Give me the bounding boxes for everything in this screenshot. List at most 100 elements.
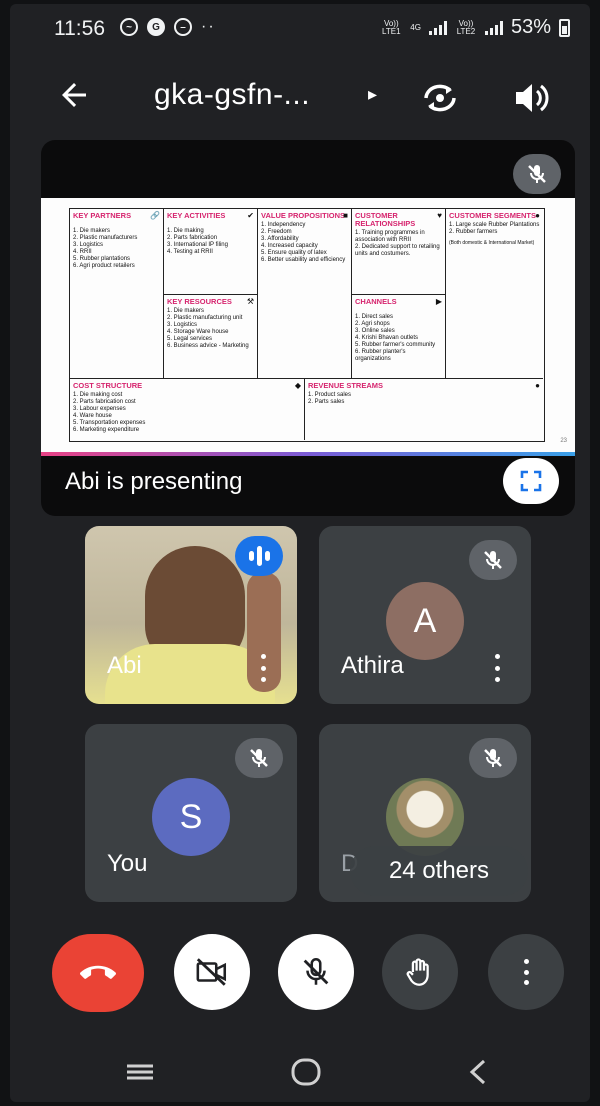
cell-revenue-streams: REVENUE STREAMS ● 1. Product sales 2. Pa… bbox=[305, 379, 543, 440]
list-item: 2. Freedom bbox=[261, 229, 292, 235]
home-icon[interactable] bbox=[286, 1054, 326, 1090]
cell-key-activities: KEY ACTIVITIES ✔ 1. Die making 2. Parts … bbox=[164, 209, 258, 295]
tag-icon: ◆ bbox=[294, 381, 301, 390]
cell-value-propositions: VALUE PROPOSITIONS ■ 1. Independency 2. … bbox=[258, 209, 352, 379]
list-item: 1. Die makers bbox=[167, 308, 205, 314]
cell-title: KEY PARTNERS bbox=[73, 211, 132, 220]
tools-icon: ⚒ bbox=[246, 297, 254, 306]
list-item: 4. Ware house bbox=[73, 413, 112, 419]
money-bag-icon: ● bbox=[535, 381, 540, 390]
network-4g-label: 4G bbox=[410, 22, 421, 32]
back-arrow-icon[interactable] bbox=[56, 77, 96, 117]
segment-icon: ● bbox=[535, 211, 540, 220]
cell-key-partners: KEY PARTNERS 🔗 1. Die makers 2. Plastic … bbox=[70, 209, 164, 379]
list-item: 1. Die makers bbox=[73, 228, 111, 234]
avatar: A bbox=[386, 582, 464, 660]
cell-title: COST STRUCTURE bbox=[73, 381, 143, 390]
meeting-code[interactable]: gka-gsfn-... bbox=[154, 78, 310, 112]
recents-icon[interactable] bbox=[120, 1054, 160, 1090]
sim2-label: Vo)) LTE2 bbox=[456, 18, 476, 36]
list-item: 6. Better usability and efficiency bbox=[261, 257, 346, 263]
meeting-info-arrow-icon[interactable]: ▸ bbox=[368, 84, 377, 105]
sim1-label: Vo)) LTE1 bbox=[382, 18, 401, 36]
back-nav-icon[interactable] bbox=[458, 1054, 498, 1090]
mic-toggle-button[interactable] bbox=[278, 934, 354, 1010]
participant-name: Abi bbox=[107, 652, 142, 679]
list-item: 3. Affordability bbox=[261, 236, 299, 242]
cell-customer-relationships: CUSTOMER RELATIONSHIPS ♥ 1. Training pro… bbox=[352, 209, 446, 295]
list-item: 1. Large scale Rubber Plantations bbox=[449, 222, 540, 228]
truck-icon: ▶ bbox=[435, 297, 442, 306]
list-item: 5. Ensure quality of latex bbox=[261, 250, 327, 256]
hang-up-icon bbox=[80, 965, 116, 979]
mic-off-icon bbox=[469, 738, 517, 778]
list-item: 4. Increased capacity bbox=[261, 243, 318, 249]
cell-list: 1. Product sales 2. Parts sales bbox=[308, 392, 540, 406]
status-time: 11:56 bbox=[54, 17, 105, 40]
battery-icon bbox=[559, 18, 570, 37]
avatar: S bbox=[152, 778, 230, 856]
cell-title: CHANNELS bbox=[355, 297, 397, 306]
camera-toggle-button[interactable] bbox=[174, 934, 250, 1010]
list-item: 4. Krishi Bhavan outlets bbox=[355, 335, 419, 341]
speaker-icon[interactable] bbox=[510, 78, 554, 118]
participant-tile-abi[interactable]: Abi bbox=[85, 526, 297, 704]
list-item: 1. Die making cost bbox=[73, 392, 123, 398]
mic-off-icon bbox=[469, 540, 517, 580]
shared-slide: KEY PARTNERS 🔗 1. Die makers 2. Plastic … bbox=[41, 198, 575, 456]
heart-icon: ♥ bbox=[437, 211, 442, 220]
cell-customer-segments: CUSTOMER SEGMENTS ● 1. Large scale Rubbe… bbox=[446, 209, 543, 379]
list-item: 2. Rubber farmers bbox=[449, 229, 498, 235]
list-item: 6. Business advice - Marketing bbox=[167, 343, 249, 349]
cell-channels: CHANNELS ▶ 1. Direct sales 2. Agri shops… bbox=[352, 295, 446, 379]
participant-tile-athira[interactable]: A Athira bbox=[319, 526, 531, 704]
list-item: 2. Agri shops bbox=[355, 321, 390, 327]
participant-tile-you[interactable]: S You bbox=[85, 724, 297, 902]
link-icon: 🔗 bbox=[150, 211, 160, 220]
presentation-tile[interactable]: KEY PARTNERS 🔗 1. Die makers 2. Plastic … bbox=[41, 140, 575, 516]
list-item: 4. Storage Ware house bbox=[167, 329, 229, 335]
more-options-button[interactable] bbox=[488, 934, 564, 1010]
slide-accent-stripe bbox=[41, 452, 575, 456]
slide-page-number: 23 bbox=[560, 438, 567, 444]
cell-list: 1. Large scale Rubber Plantations 2. Rub… bbox=[449, 222, 540, 247]
end-call-button[interactable] bbox=[52, 934, 144, 1012]
check-icon: ✔ bbox=[247, 211, 254, 220]
list-item: 1. Die making bbox=[167, 228, 204, 234]
fullscreen-button[interactable] bbox=[503, 458, 559, 504]
meeting-header: gka-gsfn-... ▸ bbox=[10, 64, 590, 130]
list-item: 1. Training programmes in association wi… bbox=[355, 230, 425, 243]
cell-title: CUSTOMER RELATIONSHIPS bbox=[355, 211, 416, 228]
switch-camera-icon[interactable] bbox=[418, 78, 462, 118]
minus-circle-icon: – bbox=[174, 18, 192, 36]
cell-title: CUSTOMER SEGMENTS bbox=[449, 211, 536, 220]
list-item: 4. RRII bbox=[73, 249, 92, 255]
cell-list: 1. Training programmes in association wi… bbox=[355, 230, 442, 258]
raise-hand-icon bbox=[406, 958, 429, 986]
raise-hand-button[interactable] bbox=[382, 934, 458, 1010]
list-item: 2. Dedicated support to retailing units … bbox=[355, 244, 440, 257]
list-item: 3. Logistics bbox=[73, 242, 104, 248]
list-item: 1. Direct sales bbox=[355, 314, 394, 320]
cell-list: 1. Die makers 2. Plastic manufacturing u… bbox=[167, 308, 254, 350]
messenger-icon: ~ bbox=[120, 18, 138, 36]
status-bar: 11:56 ~ G – ·· Vo)) LTE1 4G Vo)) LTE2 53… bbox=[10, 4, 590, 54]
tile-menu-icon[interactable] bbox=[259, 654, 267, 682]
cell-list: 1. Die making 2. Parts fabrication 3. In… bbox=[167, 228, 254, 256]
avatar-photo bbox=[386, 778, 464, 856]
cell-list: 1. Independency 2. Freedom 3. Affordabil… bbox=[261, 222, 348, 264]
others-count-pill[interactable]: 24 others bbox=[350, 846, 528, 896]
status-right: Vo)) LTE1 4G Vo)) LTE2 53% bbox=[380, 16, 570, 39]
g-icon: G bbox=[147, 18, 165, 36]
cell-list: 1. Direct sales 2. Agri shops 3. Online … bbox=[355, 314, 442, 363]
system-nav-bar bbox=[10, 1040, 590, 1102]
list-item: 2. Parts sales bbox=[308, 399, 345, 405]
tile-menu-icon[interactable] bbox=[493, 654, 501, 682]
meet-screen: 11:56 ~ G – ·· Vo)) LTE1 4G Vo)) LTE2 53… bbox=[10, 4, 590, 1102]
speaking-indicator-icon bbox=[235, 536, 283, 576]
cell-cost-structure: COST STRUCTURE ◆ 1. Die making cost 2. P… bbox=[70, 379, 305, 440]
notification-icons: ~ G – ·· bbox=[120, 18, 216, 36]
signal-icon bbox=[428, 20, 447, 35]
presenter-label: Abi is presenting bbox=[65, 468, 243, 495]
list-item: 3. International IP filing bbox=[167, 242, 228, 248]
